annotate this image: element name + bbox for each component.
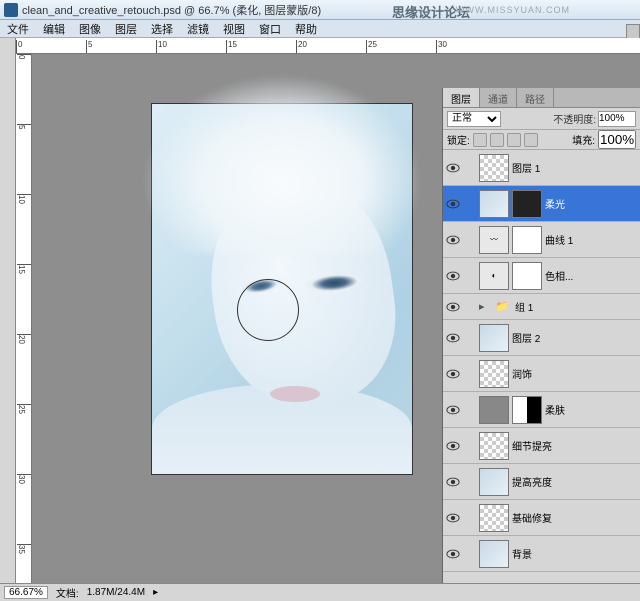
visibility-toggle-icon[interactable] (445, 402, 461, 418)
layer-mask-thumbnail[interactable] (512, 396, 542, 424)
layer-thumbnail[interactable]: 〰 (479, 226, 509, 254)
lock-label: 锁定: (447, 132, 470, 147)
tool-strip[interactable] (0, 38, 16, 583)
doc-size: 1.87M/24.4M (87, 587, 145, 598)
layer-row[interactable]: 图层 1 (443, 150, 640, 186)
image-content (270, 386, 320, 402)
layer-name[interactable]: 柔光 (545, 196, 638, 211)
layer-name[interactable]: 色相... (545, 268, 638, 283)
doc-size-label: 文档: (56, 585, 79, 600)
panel-tabs[interactable]: 图层 通道 路径 (443, 88, 640, 108)
menu-item[interactable]: 滤镜 (180, 21, 216, 37)
opacity-input[interactable] (598, 111, 636, 127)
fill-label: 填充: (572, 132, 595, 147)
visibility-toggle-icon[interactable] (445, 232, 461, 248)
layer-mask-thumbnail[interactable] (512, 190, 542, 218)
layer-name[interactable]: 组 1 (515, 299, 638, 314)
ruler-horizontal: 051015202530 (16, 38, 640, 54)
layer-row[interactable]: 细节提亮 (443, 428, 640, 464)
layer-thumbnail[interactable] (479, 154, 509, 182)
image-content (142, 74, 422, 254)
layer-name[interactable]: 图层 1 (512, 160, 638, 175)
layer-name[interactable]: 提高亮度 (512, 474, 638, 489)
layer-name[interactable]: 背景 (512, 546, 638, 561)
document-title: clean_and_creative_retouch.psd @ 66.7% (… (22, 2, 321, 18)
zoom-level[interactable]: 66.67% (4, 586, 48, 599)
visibility-toggle-icon[interactable] (445, 438, 461, 454)
tab-paths[interactable]: 路径 (517, 88, 554, 107)
layer-row[interactable]: 润饰 (443, 356, 640, 392)
visibility-toggle-icon[interactable] (445, 330, 461, 346)
layer-thumbnail[interactable] (479, 468, 509, 496)
menu-item[interactable]: 图像 (72, 21, 108, 37)
visibility-toggle-icon[interactable] (445, 510, 461, 526)
layer-row[interactable]: 〰 曲线 1 (443, 222, 640, 258)
menu-item[interactable]: 窗口 (252, 21, 288, 37)
layer-row[interactable]: 基础修复 (443, 500, 640, 536)
layer-thumbnail[interactable] (479, 360, 509, 388)
layer-name[interactable]: 柔肤 (545, 402, 638, 417)
visibility-toggle-icon[interactable] (445, 299, 461, 315)
ruler-vertical: 05101520253035 (16, 54, 32, 583)
layer-row[interactable]: 柔肤 (443, 392, 640, 428)
layer-mask-thumbnail[interactable] (512, 262, 542, 290)
visibility-toggle-icon[interactable] (445, 196, 461, 212)
layer-row[interactable]: ▸📁组 1 (443, 294, 640, 320)
layers-panel: 图层 通道 路径 正常 不透明度: 锁定: 填充: 图层 1 柔光〰 曲线 1 ◐ 色相… (442, 88, 640, 583)
lock-position-icon[interactable] (507, 133, 521, 147)
chevron-right-icon[interactable]: ▸ (153, 587, 158, 598)
visibility-toggle-icon[interactable] (445, 160, 461, 176)
layer-thumbnail[interactable] (479, 190, 509, 218)
tab-channels[interactable]: 通道 (480, 88, 517, 107)
menu-item[interactable]: 文件 (0, 21, 36, 37)
layer-thumbnail[interactable] (479, 396, 509, 424)
lock-pixels-icon[interactable] (490, 133, 504, 147)
watermark-url: WWW.MISSYUAN.COM (456, 5, 570, 15)
layer-name[interactable]: 图层 2 (512, 330, 638, 345)
menu-bar[interactable]: 文件编辑图像图层选择滤镜视图窗口帮助 (0, 20, 640, 38)
menu-item[interactable]: 帮助 (288, 21, 324, 37)
layer-name[interactable]: 润饰 (512, 366, 638, 381)
layer-row[interactable]: 柔光 (443, 186, 640, 222)
status-bar: 66.67% 文档: 1.87M/24.4M ▸ (0, 583, 640, 601)
fill-input[interactable] (598, 130, 636, 149)
layer-name[interactable]: 基础修复 (512, 510, 638, 525)
folder-icon: 📁 (492, 300, 512, 313)
layer-row[interactable]: 背景 (443, 536, 640, 572)
blend-mode-select[interactable]: 正常 (447, 111, 501, 127)
menu-item[interactable]: 图层 (108, 21, 144, 37)
layers-list[interactable]: 图层 1 柔光〰 曲线 1 ◐ 色相... ▸📁组 1 图层 2 润饰柔肤细节提亮提高亮度基础… (443, 150, 640, 583)
visibility-toggle-icon[interactable] (445, 546, 461, 562)
menu-item[interactable]: 视图 (216, 21, 252, 37)
lock-row: 锁定: 填充: (443, 130, 640, 150)
layer-row[interactable]: 提高亮度 (443, 464, 640, 500)
layer-thumbnail[interactable] (479, 504, 509, 532)
workspace: 051015202530 05101520253035 图层 通道 路径 正常 … (0, 38, 640, 583)
tab-layers[interactable]: 图层 (443, 88, 480, 107)
app-icon (4, 3, 18, 17)
layer-row[interactable]: 图层 2 (443, 320, 640, 356)
layer-row[interactable]: ◐ 色相... (443, 258, 640, 294)
lock-transparency-icon[interactable] (473, 133, 487, 147)
lock-all-icon[interactable] (524, 133, 538, 147)
layer-thumbnail[interactable] (479, 432, 509, 460)
layer-thumbnail[interactable] (479, 540, 509, 568)
visibility-toggle-icon[interactable] (445, 268, 461, 284)
blend-mode-row: 正常 不透明度: (443, 108, 640, 130)
layer-mask-thumbnail[interactable] (512, 226, 542, 254)
layer-thumbnail[interactable]: ◐ (479, 262, 509, 290)
brush-cursor (237, 279, 299, 341)
visibility-toggle-icon[interactable] (445, 474, 461, 490)
opacity-label: 不透明度: (553, 111, 596, 126)
layer-name[interactable]: 曲线 1 (545, 232, 638, 247)
visibility-toggle-icon[interactable] (445, 366, 461, 382)
layer-thumbnail[interactable] (479, 324, 509, 352)
menu-item[interactable]: 编辑 (36, 21, 72, 37)
layer-name[interactable]: 细节提亮 (512, 438, 638, 453)
menu-item[interactable]: 选择 (144, 21, 180, 37)
expand-icon[interactable]: ▸ (479, 300, 489, 313)
